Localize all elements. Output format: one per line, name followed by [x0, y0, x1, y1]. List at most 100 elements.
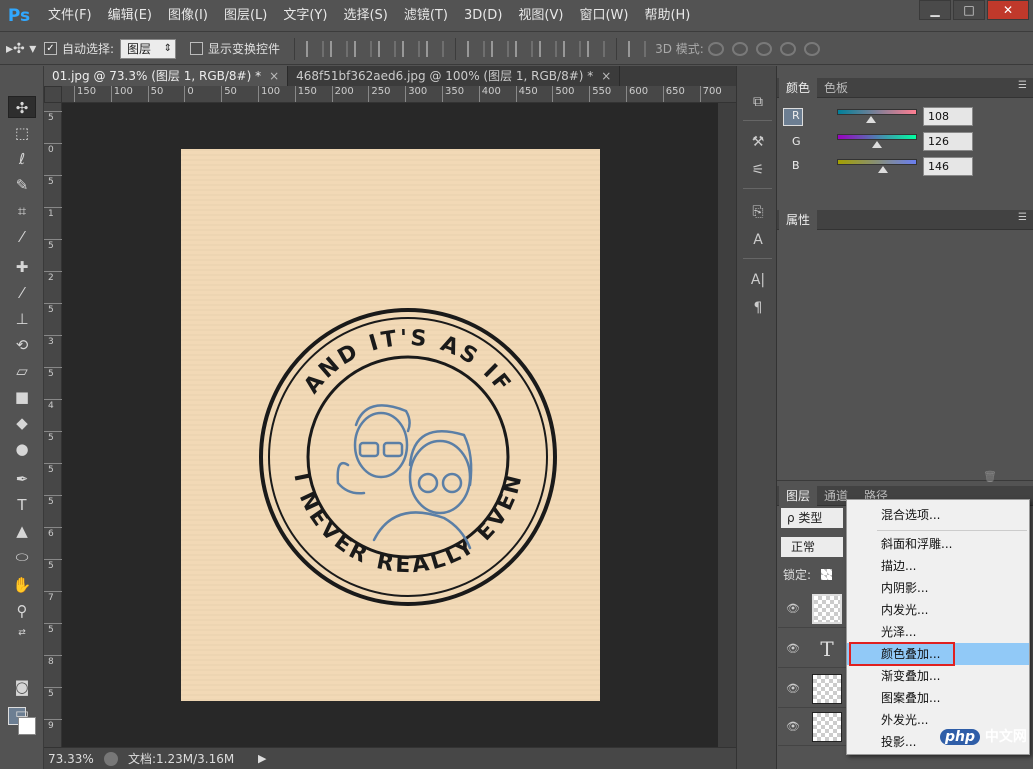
lock-transparent-icon[interactable]: [821, 569, 832, 580]
gradient-tool-icon[interactable]: ■: [8, 386, 36, 408]
move-tool-icon[interactable]: ✣: [8, 96, 36, 118]
screen-mode-icon[interactable]: ▭: [8, 702, 36, 724]
eye-icon[interactable]: 👁: [786, 720, 800, 733]
channel-g-thumb[interactable]: [872, 141, 882, 148]
status-menu-arrow[interactable]: ▶: [258, 752, 266, 765]
menu-bevel-emboss[interactable]: 斜面和浮雕...: [847, 533, 1029, 555]
align-left-icon[interactable]: [378, 40, 397, 57]
path-select-tool-icon[interactable]: ▲: [8, 520, 36, 542]
clone-source-icon[interactable]: ⎘: [747, 202, 769, 222]
adjustments-icon[interactable]: ⚟: [747, 160, 769, 180]
tab-doc-01[interactable]: 01.jpg @ 73.3% (图层 1, RGB/8#) * ×: [44, 66, 289, 86]
tab-properties[interactable]: 属性: [779, 210, 818, 230]
auto-select-dropdown[interactable]: 图层: [120, 38, 177, 59]
distribute-left-icon[interactable]: [539, 40, 558, 57]
dodge-tool-icon[interactable]: ●: [8, 438, 36, 460]
channel-r-thumb[interactable]: [866, 116, 876, 123]
menu-window[interactable]: 窗口(W): [571, 0, 636, 32]
panel-menu-icon[interactable]: ☰: [1018, 212, 1027, 223]
tab-doc-468f[interactable]: 468f51bf362aed6.jpg @ 100% (图层 1, RGB/8#…: [288, 66, 621, 86]
maximize-button[interactable]: □: [953, 0, 985, 20]
tab-swatches[interactable]: 色板: [817, 78, 855, 98]
menu-pattern-overlay[interactable]: 图案叠加...: [847, 687, 1029, 709]
crop-tool-icon[interactable]: ⌗: [8, 200, 36, 222]
eye-icon[interactable]: 👁: [786, 642, 800, 655]
blur-tool-icon[interactable]: ◆: [8, 412, 36, 434]
menu-layer[interactable]: 图层(L): [216, 0, 275, 32]
roll-3d-icon[interactable]: [731, 41, 748, 56]
channel-g-slider[interactable]: [837, 134, 917, 140]
history-panel-icon[interactable]: ⧉: [747, 92, 769, 112]
align-hcenter-icon[interactable]: [402, 40, 421, 57]
eyedropper-tool-icon[interactable]: ⁄: [8, 226, 36, 248]
slide-3d-icon[interactable]: [779, 41, 796, 56]
auto-align-icon[interactable]: [628, 40, 647, 57]
align-top-icon[interactable]: [306, 40, 325, 57]
channel-r-slider[interactable]: [837, 109, 917, 115]
menu-help[interactable]: 帮助(H): [636, 0, 698, 32]
distribute-bottom-icon[interactable]: [515, 40, 534, 57]
layer-row[interactable]: 👁 T: [778, 630, 848, 668]
character-panel-icon[interactable]: A|: [747, 270, 769, 290]
channel-r-input[interactable]: 108: [923, 107, 973, 126]
distribute-top-icon[interactable]: [467, 40, 486, 57]
menu-filter[interactable]: 滤镜(T): [396, 0, 456, 32]
channel-b-thumb[interactable]: [878, 166, 888, 173]
panel-menu-icon[interactable]: ☰: [1018, 80, 1027, 91]
tab-close-icon[interactable]: ×: [269, 69, 279, 83]
eraser-tool-icon[interactable]: ▱: [8, 360, 36, 382]
tab-close-icon[interactable]: ×: [601, 69, 611, 83]
ruler-origin[interactable]: [44, 86, 62, 103]
hand-tool-icon[interactable]: ✋: [8, 574, 36, 596]
quick-select-tool-icon[interactable]: ✎: [8, 174, 36, 196]
zoom-tool-icon[interactable]: ⚲: [8, 600, 36, 622]
distribute-hcenter-icon[interactable]: [563, 40, 582, 57]
distribute-vcenter-icon[interactable]: [491, 40, 510, 57]
type-tool-icon[interactable]: T: [8, 494, 36, 516]
menu-inner-glow[interactable]: 内发光...: [847, 599, 1029, 621]
history-brush-tool-icon[interactable]: ⟲: [8, 334, 36, 356]
drag-3d-icon[interactable]: [755, 41, 772, 56]
paragraph-panel-icon[interactable]: ¶: [747, 298, 769, 318]
layer-filter-dropdown[interactable]: ρ 类型: [781, 508, 843, 528]
trash-icon[interactable]: 🗑: [983, 470, 997, 483]
minimize-button[interactable]: ▁: [919, 0, 951, 20]
rotate-3d-icon[interactable]: [707, 41, 724, 56]
quick-mask-icon[interactable]: ◙: [8, 676, 36, 698]
healing-brush-tool-icon[interactable]: ✚: [8, 256, 36, 278]
close-button[interactable]: ✕: [987, 0, 1029, 20]
vertical-scrollbar[interactable]: [718, 103, 736, 747]
align-vcenter-icon[interactable]: [330, 40, 349, 57]
pen-tool-icon[interactable]: ✒: [8, 468, 36, 490]
lasso-tool-icon[interactable]: ℓ: [8, 148, 36, 170]
brush-presets-icon[interactable]: A: [747, 230, 769, 250]
tab-layers[interactable]: 图层: [779, 486, 818, 506]
auto-select-checkbox[interactable]: ✓: [44, 42, 57, 55]
swap-colors-icon[interactable]: ⇄: [8, 622, 36, 644]
menu-gradient-overlay[interactable]: 渐变叠加...: [847, 665, 1029, 687]
menu-satin[interactable]: 光泽...: [847, 621, 1029, 643]
move-tool-preset-icon[interactable]: ▸✣ ▾: [6, 37, 44, 61]
marquee-tool-icon[interactable]: ⬚: [8, 122, 36, 144]
eye-icon[interactable]: 👁: [786, 602, 800, 615]
eye-icon[interactable]: 👁: [786, 682, 800, 695]
layer-row[interactable]: 👁: [778, 708, 848, 746]
clone-stamp-tool-icon[interactable]: ⊥: [8, 308, 36, 330]
ellipse-tool-icon[interactable]: ⬭: [8, 546, 36, 568]
tool-presets-icon[interactable]: ⚒: [747, 132, 769, 152]
menu-edit[interactable]: 编辑(E): [100, 0, 160, 32]
menu-inner-shadow[interactable]: 内阴影...: [847, 577, 1029, 599]
show-transform-checkbox[interactable]: [190, 42, 204, 55]
align-bottom-icon[interactable]: [354, 40, 373, 57]
channel-b-slider[interactable]: [837, 159, 917, 165]
zoom-level[interactable]: 73.33%: [44, 752, 94, 766]
brush-tool-icon[interactable]: ⁄: [8, 282, 36, 304]
menu-stroke[interactable]: 描边...: [847, 555, 1029, 577]
menu-image[interactable]: 图像(I): [160, 0, 216, 32]
status-info-icon[interactable]: [104, 751, 118, 766]
channel-g-input[interactable]: 126: [923, 132, 973, 151]
tab-color[interactable]: 颜色: [779, 78, 818, 98]
menu-3d[interactable]: 3D(D): [456, 0, 510, 32]
menu-select[interactable]: 选择(S): [335, 0, 395, 32]
distribute-right-icon[interactable]: [587, 40, 606, 57]
